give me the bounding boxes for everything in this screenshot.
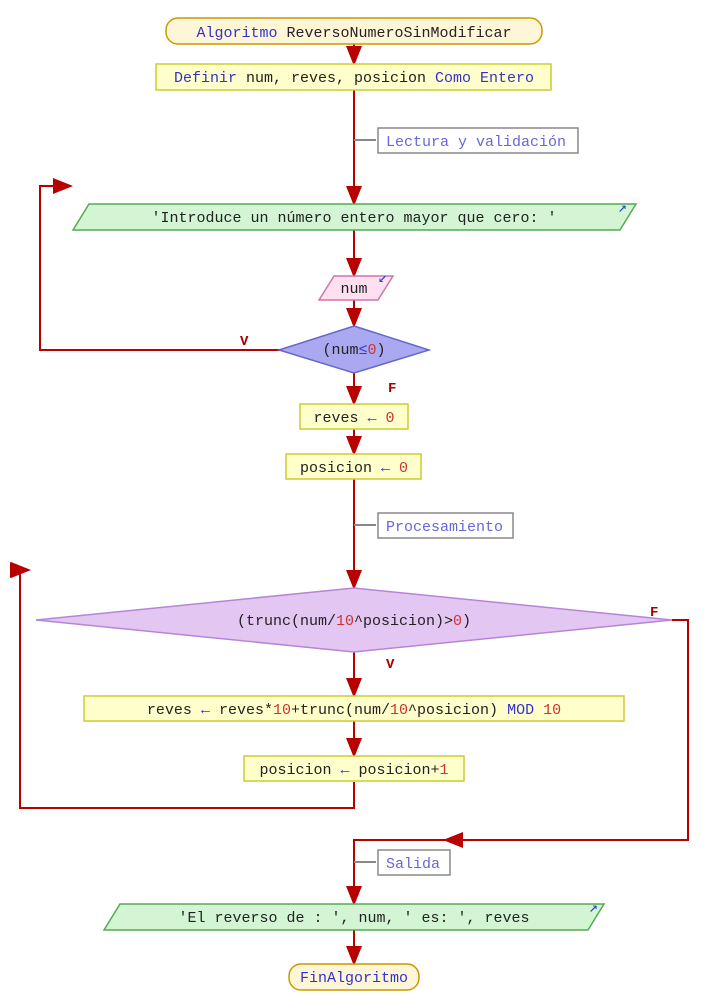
cond2-true-label: V [386, 657, 395, 673]
define-kw1: Definir [174, 70, 237, 87]
end-text: FinAlgoritmo [300, 970, 408, 987]
prompt-output: 'Introduce un número entero mayor que ce… [73, 200, 636, 230]
assign3-arrow: ← [201, 702, 210, 719]
decision-num-le-0: (num≤0) [279, 326, 429, 373]
comment2-text: Procesamiento [386, 519, 503, 536]
out-s3: ' es: ' [404, 910, 467, 927]
assign3-mod: MOD [498, 702, 543, 719]
assign1-lhs: reves [313, 410, 358, 427]
assign3-lhs: reves [147, 702, 192, 719]
cond2-mid: ^posicion)> [354, 613, 453, 630]
svg-text:(num≤0): (num≤0) [322, 342, 385, 359]
define-kw2: Como Entero [435, 70, 534, 87]
out-s1: 'El reverso de : ' [178, 910, 340, 927]
cond2-pre: (trunc(num/ [237, 613, 336, 630]
svg-text:'El reverso de : ', num, ' es:: 'El reverso de : ', num, ' es: ', reves [178, 910, 529, 927]
assign-posicion-inc: posicion ← posicion+1 [244, 756, 464, 781]
assign3-t3: 10 [543, 702, 561, 719]
assign2-rhs: 0 [399, 460, 408, 477]
assign-reves-calc: reves ← reves*10+trunc(num/10^posicion) … [84, 696, 624, 721]
comment-salida: Salida [378, 850, 450, 875]
assign4-one: 1 [440, 762, 449, 779]
output-arrow-icon-2: ↗ [589, 900, 598, 917]
cond1-true-label: V [240, 334, 249, 350]
svg-text:reves ←: reves ← reves*10+trunc(num/10^posicion) … [147, 702, 561, 719]
output-reverso: 'El reverso de : ', num, ' es: ', reves … [104, 900, 604, 930]
define-process: Definir num, reves, posicion Como Entero [156, 64, 551, 90]
assign3-p3: ^posicion) [408, 702, 498, 719]
start-name: ReversoNumeroSinModificar [286, 25, 511, 42]
assign4-p1: posicion+ [359, 762, 440, 779]
out-s2: , num, [340, 910, 403, 927]
comment-procesamiento: Procesamiento [378, 513, 513, 538]
assign-posicion-0: posicion ← 0 [286, 454, 421, 479]
svg-text:(trunc(num/10^posicion)>0): (trunc(num/10^posicion)>0) [237, 613, 471, 630]
cond2-close: ) [462, 613, 471, 630]
input-num: num ↙ [319, 270, 393, 300]
cond2-ten: 10 [336, 613, 354, 630]
cond1-close: ) [377, 342, 386, 359]
assign3-p1: reves* [219, 702, 273, 719]
prompt1-text: 'Introduce un número entero mayor que ce… [151, 210, 556, 227]
svg-text:reves ←: reves ← 0 [313, 410, 394, 427]
cond1-open: (num [322, 342, 358, 359]
assign-reves-0: reves ← 0 [300, 404, 408, 429]
end-terminal: FinAlgoritmo [289, 964, 419, 990]
comment-lectura: Lectura y validación [378, 128, 578, 153]
decision-trunc: (trunc(num/10^posicion)>0) [36, 588, 672, 652]
assign3-t2: 10 [390, 702, 408, 719]
out-s4: , reves [467, 910, 530, 927]
svg-text:posicion ←: posicion ← 0 [300, 460, 408, 477]
input1-text: num [340, 281, 367, 298]
svg-text:Definir num, rev: Definir num, reves, posicion Como Entero [174, 70, 534, 87]
comment3-text: Salida [386, 856, 440, 873]
svg-text:Algoritmo Revers: Algoritmo ReversoNumeroSinModificar [196, 25, 511, 42]
comment1-text: Lectura y validación [386, 134, 566, 151]
output-arrow-icon: ↗ [618, 200, 627, 217]
assign4-arrow: ← [340, 762, 349, 779]
assign2-lhs: posicion [300, 460, 372, 477]
cond1-op: ≤ [358, 342, 367, 359]
assign1-rhs: 0 [386, 410, 395, 427]
svg-text:posicion ←: posicion ← posicion+1 [259, 762, 448, 779]
assign3-t1: 10 [273, 702, 291, 719]
start-keyword: Algoritmo [196, 25, 277, 42]
assign3-p2: +trunc(num/ [291, 702, 390, 719]
cond2-zero: 0 [453, 613, 462, 630]
assign2-arrow: ← [381, 460, 390, 477]
cond1-val: 0 [368, 342, 377, 359]
assign4-lhs: posicion [259, 762, 331, 779]
cond1-false-label: F [388, 381, 396, 397]
assign1-arrow: ← [367, 410, 376, 427]
start-terminal: Algoritmo ReversoNumeroSinModificar [166, 18, 542, 44]
define-vars: num, reves, posicion [246, 70, 426, 87]
input-arrow-icon: ↙ [378, 270, 387, 287]
